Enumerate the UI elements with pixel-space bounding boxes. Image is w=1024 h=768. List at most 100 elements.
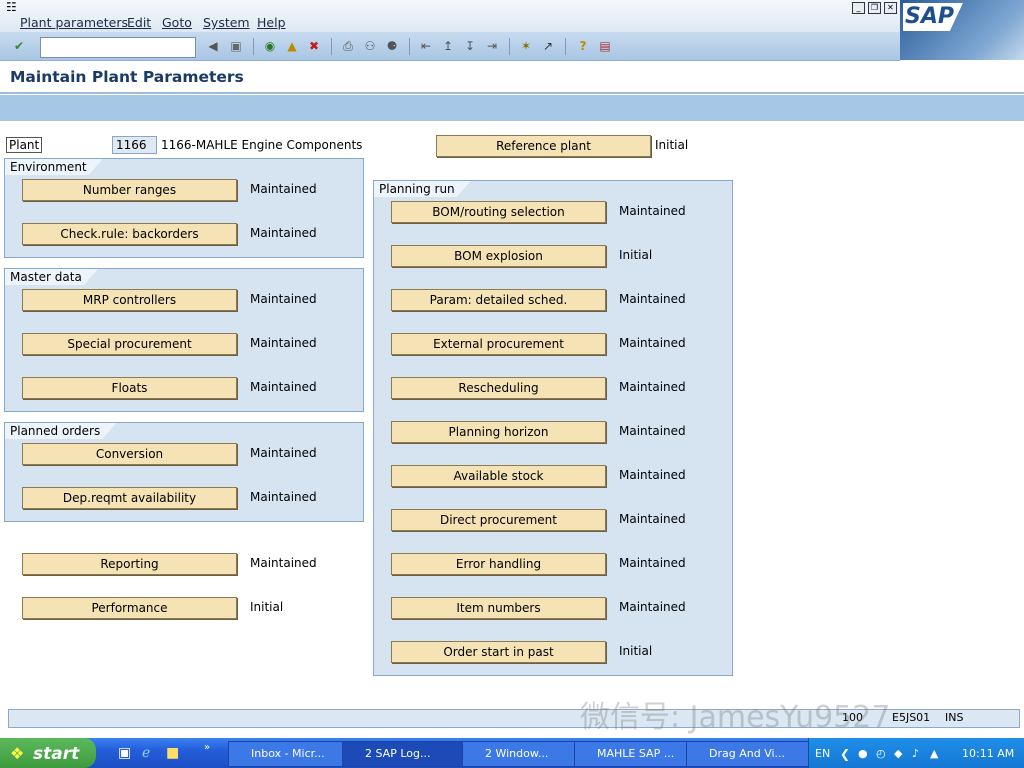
layout-icon[interactable]: ▤ (597, 38, 613, 54)
command-field[interactable] (40, 37, 196, 58)
restore-icon[interactable]: ❐ (868, 2, 881, 14)
enter-icon[interactable]: ✔ (11, 38, 27, 54)
performance-status: Initial (250, 600, 284, 614)
menu-goto[interactable]: Goto (162, 15, 192, 30)
order-start-in-past-button[interactable]: Order start in past (391, 641, 606, 663)
check-rule-backorders-button[interactable]: Check.rule: backorders (22, 223, 237, 245)
first-page-icon[interactable]: ⇤ (418, 38, 434, 54)
dep-reqmt-availability-status: Maintained (250, 490, 317, 504)
item-numbers-button[interactable]: Item numbers (391, 597, 606, 619)
close-icon[interactable]: ✕ (884, 2, 897, 14)
bom-explosion-status: Initial (619, 248, 653, 262)
toolbar-separator (253, 38, 254, 55)
environment-group-title: Environment (5, 159, 103, 175)
toolbar-separator (409, 38, 410, 55)
menu-help[interactable]: Help (257, 15, 286, 30)
language-indicator[interactable]: EN (815, 747, 830, 760)
quicklaunch-desktop-icon[interactable]: ▣ (118, 745, 131, 761)
planning-horizon-status: Maintained (619, 424, 686, 438)
external-procurement-status: Maintained (619, 336, 686, 350)
menu-bar: ☷ Plant parameters Edit Goto System Help… (0, 0, 1024, 32)
status-server: E5JS01 (892, 711, 931, 724)
performance-button[interactable]: Performance (22, 597, 237, 619)
sap-logo-text: SAP (905, 4, 954, 29)
special-procurement-status: Maintained (250, 336, 317, 350)
start-label: start (33, 744, 80, 764)
quicklaunch-folder-icon[interactable]: ■ (166, 745, 179, 761)
green-back-icon[interactable]: ◉ (262, 38, 278, 54)
tray-clock-icon[interactable]: ◴ (876, 747, 886, 760)
error-handling-button[interactable]: Error handling (391, 553, 606, 575)
bom-explosion-button[interactable]: BOM explosion (391, 245, 606, 267)
cancel-icon[interactable]: ✖ (306, 38, 322, 54)
task-mahle-sap[interactable]: MAHLE SAP ... (574, 741, 702, 767)
watermark: 微信号: JamesYu9527 (580, 700, 891, 735)
planning-run-group-title: Planning run (374, 181, 471, 197)
tray-arrow-icon[interactable]: ❮ (840, 747, 850, 761)
task-inbox[interactable]: Inbox - Micr... (228, 741, 358, 767)
param-detailed-sched-button[interactable]: Param: detailed sched. (391, 289, 606, 311)
menu-system[interactable]: System (203, 15, 250, 30)
direct-procurement-button[interactable]: Direct procurement (391, 509, 606, 531)
mrp-controllers-status: Maintained (250, 292, 317, 306)
find-next-icon[interactable]: ⚈ (384, 38, 400, 54)
toolbar-separator (565, 38, 566, 55)
menu-edit[interactable]: Edit (127, 15, 151, 30)
page-title: Maintain Plant Parameters (10, 68, 244, 86)
plant-label: Plant (6, 137, 43, 153)
shortcut-icon[interactable]: ↗ (540, 38, 556, 54)
external-procurement-button[interactable]: External procurement (391, 333, 606, 355)
bom-routing-selection-button[interactable]: BOM/routing selection (391, 201, 606, 223)
param-detailed-sched-status: Maintained (619, 292, 686, 306)
planning-horizon-button[interactable]: Planning horizon (391, 421, 606, 443)
direct-procurement-status: Maintained (619, 512, 686, 526)
available-stock-button[interactable]: Available stock (391, 465, 606, 487)
prev-page-icon[interactable]: ↥ (440, 38, 456, 54)
mrp-controllers-button[interactable]: MRP controllers (22, 289, 237, 311)
master-data-group-title: Master data (5, 269, 98, 285)
task-windows[interactable]: 2 Window... (462, 741, 590, 767)
bom-routing-selection-status: Maintained (619, 204, 686, 218)
find-icon[interactable]: ⚇ (362, 38, 378, 54)
help-icon[interactable]: ? (575, 38, 591, 54)
check-rule-backorders-status: Maintained (250, 226, 317, 240)
available-stock-status: Maintained (619, 468, 686, 482)
tray-security-icon[interactable]: ◆ (894, 747, 902, 760)
tray-wifi-icon[interactable]: ▲ (930, 747, 938, 760)
order-start-in-past-status: Initial (619, 644, 653, 658)
floats-button[interactable]: Floats (22, 377, 237, 399)
task-sap-logon[interactable]: 2 SAP Log... (342, 741, 478, 767)
back-icon[interactable]: ◀ (205, 38, 221, 54)
rescheduling-button[interactable]: Rescheduling (391, 377, 606, 399)
reference-plant-button[interactable]: Reference plant (436, 135, 651, 157)
tray-volume-icon[interactable]: ♪ (912, 747, 919, 760)
number-ranges-button[interactable]: Number ranges (22, 179, 237, 201)
create-session-icon[interactable]: ✶ (518, 38, 534, 54)
error-handling-status: Maintained (619, 556, 686, 570)
task-drag-and-view[interactable]: Drag And Vi... (686, 741, 814, 767)
print-icon[interactable]: ⎙ (340, 38, 356, 54)
item-numbers-status: Maintained (619, 600, 686, 614)
floats-status: Maintained (250, 380, 317, 394)
toolbar-separator (331, 38, 332, 55)
special-procurement-button[interactable]: Special procurement (22, 333, 237, 355)
menu-plant-parameters[interactable]: Plant parameters (20, 15, 128, 30)
status-mode[interactable]: INS (945, 711, 963, 724)
planned-orders-group-title: Planned orders (5, 423, 116, 439)
quicklaunch-chevron-icon[interactable]: » (204, 742, 210, 753)
plant-code-field: 1166 (112, 136, 157, 154)
last-page-icon[interactable]: ⇥ (484, 38, 500, 54)
next-page-icon[interactable]: ↧ (462, 38, 478, 54)
dep-reqmt-availability-button[interactable]: Dep.reqmt availability (22, 487, 237, 509)
exit-icon[interactable]: ▲ (284, 38, 300, 54)
save-icon[interactable]: ▣ (228, 38, 244, 54)
conversion-button[interactable]: Conversion (22, 443, 237, 465)
minimize-icon[interactable]: _ (852, 2, 865, 14)
windows-logo-icon: ❖ (10, 744, 25, 763)
window-menu-icon[interactable]: ☷ (6, 0, 17, 14)
tray-network-icon[interactable]: ● (858, 747, 868, 760)
quicklaunch-ie-icon[interactable]: ℯ (142, 745, 150, 761)
clock[interactable]: 10:11 AM (962, 747, 1014, 760)
reference-plant-status: Initial (655, 138, 689, 152)
reporting-button[interactable]: Reporting (22, 553, 237, 575)
